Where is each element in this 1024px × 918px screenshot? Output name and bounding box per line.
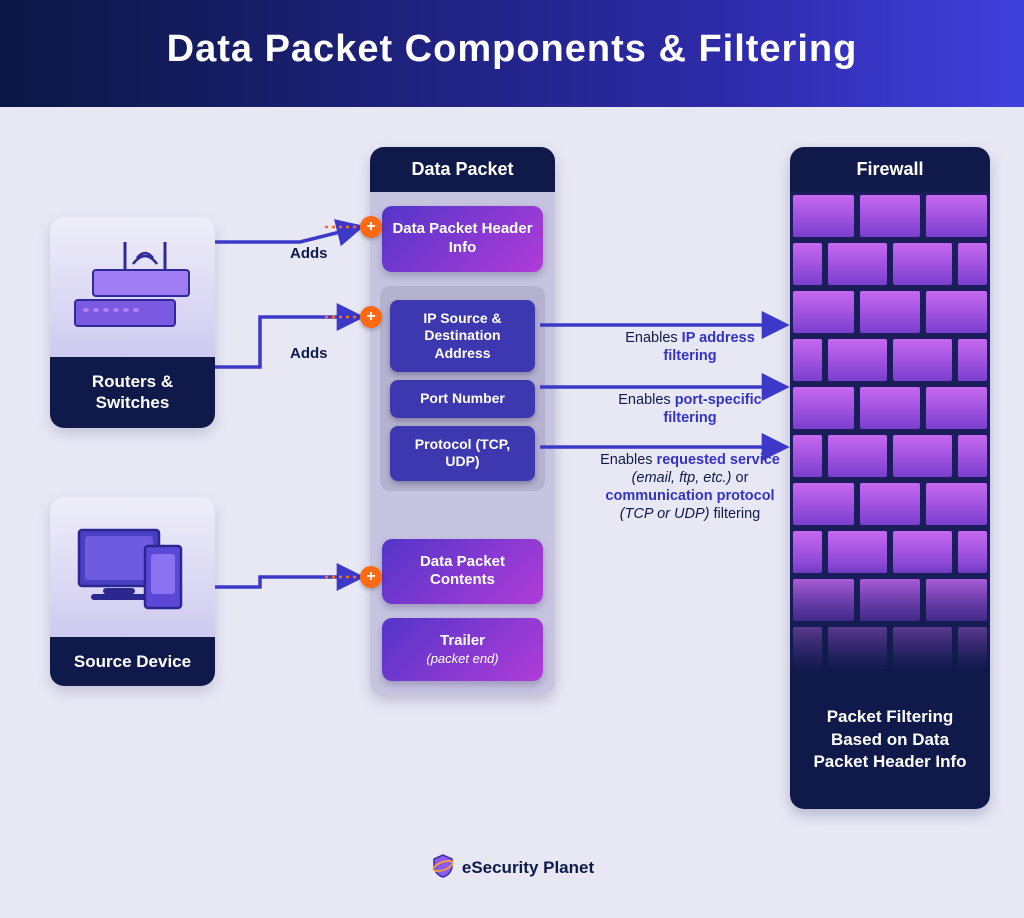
adds-label-mid: Adds — [290, 345, 328, 362]
packet-protocol: Protocol (TCP, UDP) — [390, 426, 535, 481]
shield-icon — [430, 853, 456, 879]
text: Enables — [600, 452, 656, 468]
text: port-specific filtering — [663, 392, 761, 426]
footer-text: eSecurity Planet — [462, 858, 594, 877]
text: (TCP or UDP) — [620, 506, 710, 522]
text: communication protocol — [605, 488, 774, 504]
text: filtering — [709, 506, 760, 522]
packet-header-info: Data Packet Header Info — [382, 206, 543, 272]
firewall-column: Firewall Packet Filtering Based on Data … — [790, 147, 990, 809]
plus-icon: + — [360, 566, 382, 588]
packet-port-number: Port Number — [390, 380, 535, 418]
plus-icon: + — [360, 216, 382, 238]
footer-brand: eSecurity Planet — [0, 853, 1024, 879]
text: (email, ftp, etc.) — [632, 470, 732, 486]
text: or — [732, 470, 749, 486]
routers-illustration — [50, 217, 215, 357]
routers-label: Routers & Switches — [50, 357, 215, 428]
packet-header-group: IP Source & Destination Address Port Num… — [380, 286, 545, 491]
text: requested service — [657, 452, 780, 468]
page-title: Data Packet Components & Filtering — [0, 0, 1024, 107]
enable-protocol-label: Enables requested service (email, ftp, e… — [600, 451, 780, 524]
enable-ip-label: Enables IP address filtering — [610, 329, 770, 365]
packet-trailer-label: Trailer — [440, 632, 485, 649]
firewall-bricks — [790, 192, 990, 672]
text: Enables — [618, 392, 674, 408]
data-packet-column: Data Packet Data Packet Header Info IP S… — [370, 147, 555, 695]
plus-icon: + — [360, 306, 382, 328]
data-packet-title: Data Packet — [370, 147, 555, 192]
source-device-label: Source Device — [50, 637, 215, 686]
text: Enables — [625, 330, 681, 346]
card-source-device: Source Device — [50, 497, 215, 686]
card-routers-switches: Routers & Switches — [50, 217, 215, 428]
adds-label-top: Adds — [290, 245, 328, 262]
diagram-canvas: Routers & Switches Source Device Data Pa… — [0, 107, 1024, 887]
firewall-title: Firewall — [790, 147, 990, 192]
packet-trailer: Trailer (packet end) — [382, 618, 543, 681]
packet-contents: Data Packet Contents — [382, 539, 543, 605]
firewall-bottom-label: Packet Filtering Based on Data Packet He… — [790, 672, 990, 809]
packet-trailer-sub: (packet end) — [392, 651, 533, 667]
source-device-illustration — [50, 497, 215, 637]
enable-port-label: Enables port-specific filtering — [610, 391, 770, 427]
packet-ip-address: IP Source & Destination Address — [390, 300, 535, 373]
